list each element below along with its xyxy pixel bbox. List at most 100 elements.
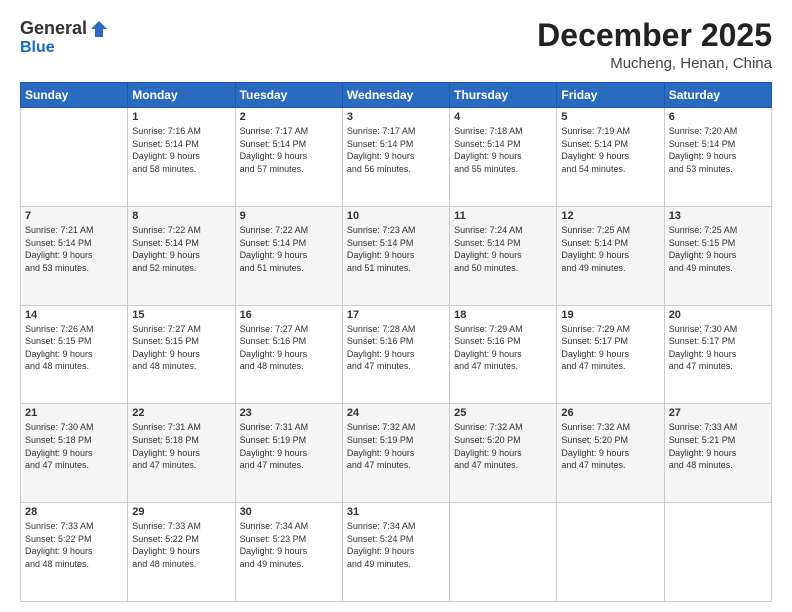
calendar-cell: 1 Sunrise: 7:16 AMSunset: 5:14 PMDaylight…: [128, 108, 235, 207]
day-number: 2: [240, 111, 338, 123]
day-number: 10: [347, 210, 445, 222]
calendar-cell: 29 Sunrise: 7:33 AMSunset: 5:22 PMDayligh…: [128, 503, 235, 602]
day-info: Sunrise: 7:30 AMSunset: 5:18 PMDaylight:…: [25, 421, 123, 471]
day-header-sunday: Sunday: [21, 83, 128, 108]
calendar-cell: 17 Sunrise: 7:28 AMSunset: 5:16 PMDayligh…: [342, 305, 449, 404]
day-info: Sunrise: 7:30 AMSunset: 5:17 PMDaylight:…: [669, 323, 767, 373]
day-info: Sunrise: 7:33 AMSunset: 5:22 PMDaylight:…: [25, 520, 123, 570]
day-info: Sunrise: 7:16 AMSunset: 5:14 PMDaylight:…: [132, 125, 230, 175]
logo-general: General: [20, 18, 87, 39]
calendar-cell: [21, 108, 128, 207]
calendar-cell: 8 Sunrise: 7:22 AMSunset: 5:14 PMDaylight…: [128, 206, 235, 305]
calendar-cell: 23Sunrise: 7:31 AMSunset: 5:19 PMDayligh…: [235, 404, 342, 503]
calendar-cell: 30Sunrise: 7:34 AMSunset: 5:23 PMDayligh…: [235, 503, 342, 602]
day-info: Sunrise: 7:27 AMSunset: 5:16 PMDaylight:…: [240, 323, 338, 373]
day-info: Sunrise: 7:19 AMSunset: 5:14 PMDaylight:…: [561, 125, 659, 175]
day-info: Sunrise: 7:34 AMSunset: 5:24 PMDaylight:…: [347, 520, 445, 570]
day-info: Sunrise: 7:25 AMSunset: 5:15 PMDaylight:…: [669, 224, 767, 274]
day-number: 7: [25, 210, 123, 222]
header-row: SundayMondayTuesdayWednesdayThursdayFrid…: [21, 83, 772, 108]
day-number: 6: [669, 111, 767, 123]
day-info: Sunrise: 7:21 AMSunset: 5:14 PMDaylight:…: [25, 224, 123, 274]
calendar-cell: 18Sunrise: 7:29 AMSunset: 5:16 PMDayligh…: [450, 305, 557, 404]
day-info: Sunrise: 7:27 AMSunset: 5:15 PMDaylight:…: [132, 323, 230, 373]
calendar-table: SundayMondayTuesdayWednesdayThursdayFrid…: [20, 82, 772, 602]
day-number: 3: [347, 111, 445, 123]
day-number: 29: [132, 506, 230, 518]
day-number: 4: [454, 111, 552, 123]
day-info: Sunrise: 7:32 AMSunset: 5:20 PMDaylight:…: [561, 421, 659, 471]
day-header-friday: Friday: [557, 83, 664, 108]
day-header-monday: Monday: [128, 83, 235, 108]
page: General Blue December 2025 Mucheng, Hena…: [0, 0, 792, 612]
calendar-cell: 13 Sunrise: 7:25 AMSunset: 5:15 PMDayligh…: [664, 206, 771, 305]
day-number: 19: [561, 309, 659, 321]
calendar-cell: 6 Sunrise: 7:20 AMSunset: 5:14 PMDaylight…: [664, 108, 771, 207]
calendar-cell: 21 Sunrise: 7:30 AMSunset: 5:18 PMDayligh…: [21, 404, 128, 503]
day-info: Sunrise: 7:33 AMSunset: 5:21 PMDaylight:…: [669, 421, 767, 471]
calendar-cell: 2Sunrise: 7:17 AMSunset: 5:14 PMDaylight…: [235, 108, 342, 207]
day-number: 11: [454, 210, 552, 222]
week-row-1: 1 Sunrise: 7:16 AMSunset: 5:14 PMDaylight…: [21, 108, 772, 207]
calendar-cell: 20Sunrise: 7:30 AMSunset: 5:17 PMDayligh…: [664, 305, 771, 404]
day-info: Sunrise: 7:28 AMSunset: 5:16 PMDaylight:…: [347, 323, 445, 373]
calendar-cell: 5 Sunrise: 7:19 AMSunset: 5:14 PMDaylight…: [557, 108, 664, 207]
header: General Blue December 2025 Mucheng, Hena…: [20, 18, 772, 72]
calendar-cell: 12 Sunrise: 7:25 AMSunset: 5:14 PMDayligh…: [557, 206, 664, 305]
day-number: 30: [240, 506, 338, 518]
title-block: December 2025 Mucheng, Henan, China: [537, 18, 772, 72]
day-info: Sunrise: 7:31 AMSunset: 5:18 PMDaylight:…: [132, 421, 230, 471]
day-number: 22: [132, 407, 230, 419]
logo-blue-text: Blue: [20, 39, 55, 57]
day-info: Sunrise: 7:22 AMSunset: 5:14 PMDaylight:…: [132, 224, 230, 274]
day-number: 8: [132, 210, 230, 222]
day-number: 28: [25, 506, 123, 518]
day-info: Sunrise: 7:18 AMSunset: 5:14 PMDaylight:…: [454, 125, 552, 175]
day-number: 15: [132, 309, 230, 321]
day-number: 31: [347, 506, 445, 518]
week-row-4: 21 Sunrise: 7:30 AMSunset: 5:18 PMDayligh…: [21, 404, 772, 503]
day-info: Sunrise: 7:32 AMSunset: 5:19 PMDaylight:…: [347, 421, 445, 471]
calendar-cell: 14 Sunrise: 7:26 AMSunset: 5:15 PMDayligh…: [21, 305, 128, 404]
calendar-cell: 16Sunrise: 7:27 AMSunset: 5:16 PMDayligh…: [235, 305, 342, 404]
calendar-cell: 9Sunrise: 7:22 AMSunset: 5:14 PMDaylight…: [235, 206, 342, 305]
day-header-wednesday: Wednesday: [342, 83, 449, 108]
day-header-tuesday: Tuesday: [235, 83, 342, 108]
calendar-cell: 25Sunrise: 7:32 AMSunset: 5:20 PMDayligh…: [450, 404, 557, 503]
location: Mucheng, Henan, China: [537, 55, 772, 72]
day-number: 12: [561, 210, 659, 222]
calendar-cell: 4 Sunrise: 7:18 AMSunset: 5:14 PMDaylight…: [450, 108, 557, 207]
day-number: 5: [561, 111, 659, 123]
calendar-cell: 22 Sunrise: 7:31 AMSunset: 5:18 PMDayligh…: [128, 404, 235, 503]
day-info: Sunrise: 7:26 AMSunset: 5:15 PMDaylight:…: [25, 323, 123, 373]
day-number: 18: [454, 309, 552, 321]
logo-text: General: [20, 18, 109, 39]
calendar-cell: 10 Sunrise: 7:23 AMSunset: 5:14 PMDayligh…: [342, 206, 449, 305]
calendar-cell: 27 Sunrise: 7:33 AMSunset: 5:21 PMDayligh…: [664, 404, 771, 503]
day-number: 17: [347, 309, 445, 321]
week-row-2: 7 Sunrise: 7:21 AMSunset: 5:14 PMDaylight…: [21, 206, 772, 305]
day-number: 9: [240, 210, 338, 222]
day-number: 1: [132, 111, 230, 123]
day-info: Sunrise: 7:25 AMSunset: 5:14 PMDaylight:…: [561, 224, 659, 274]
calendar-cell: 7 Sunrise: 7:21 AMSunset: 5:14 PMDaylight…: [21, 206, 128, 305]
week-row-5: 28 Sunrise: 7:33 AMSunset: 5:22 PMDayligh…: [21, 503, 772, 602]
calendar-cell: [450, 503, 557, 602]
day-number: 14: [25, 309, 123, 321]
day-number: 27: [669, 407, 767, 419]
day-number: 21: [25, 407, 123, 419]
day-info: Sunrise: 7:33 AMSunset: 5:22 PMDaylight:…: [132, 520, 230, 570]
calendar-cell: 31 Sunrise: 7:34 AMSunset: 5:24 PMDayligh…: [342, 503, 449, 602]
calendar-cell: 19 Sunrise: 7:29 AMSunset: 5:17 PMDayligh…: [557, 305, 664, 404]
day-number: 13: [669, 210, 767, 222]
day-info: Sunrise: 7:31 AMSunset: 5:19 PMDaylight:…: [240, 421, 338, 471]
logo-icon: [89, 19, 109, 39]
day-info: Sunrise: 7:29 AMSunset: 5:17 PMDaylight:…: [561, 323, 659, 373]
calendar-cell: 15 Sunrise: 7:27 AMSunset: 5:15 PMDayligh…: [128, 305, 235, 404]
day-number: 25: [454, 407, 552, 419]
day-info: Sunrise: 7:20 AMSunset: 5:14 PMDaylight:…: [669, 125, 767, 175]
day-header-thursday: Thursday: [450, 83, 557, 108]
calendar-cell: 28 Sunrise: 7:33 AMSunset: 5:22 PMDayligh…: [21, 503, 128, 602]
day-number: 24: [347, 407, 445, 419]
day-info: Sunrise: 7:23 AMSunset: 5:14 PMDaylight:…: [347, 224, 445, 274]
